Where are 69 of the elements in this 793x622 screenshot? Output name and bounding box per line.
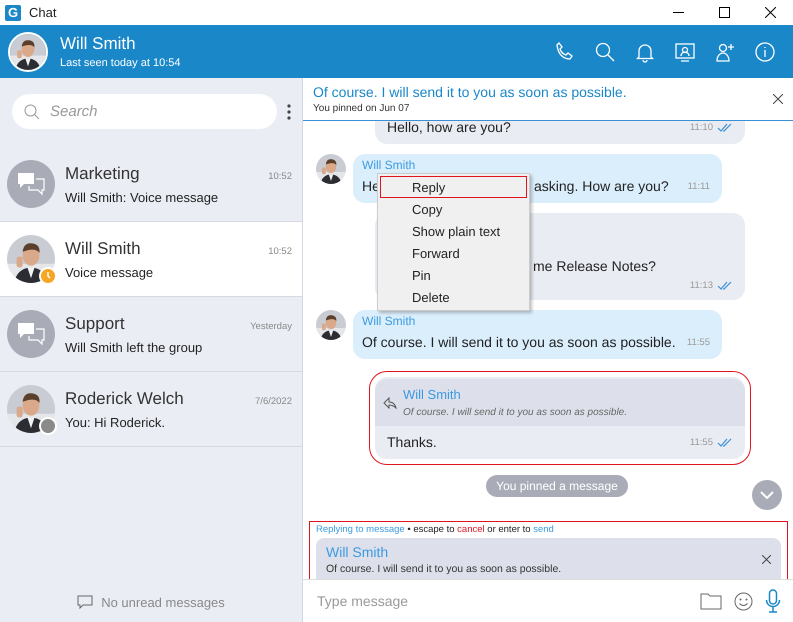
contact-name: Will Smith bbox=[60, 34, 137, 54]
reply-sender: Will Smith bbox=[326, 544, 390, 560]
message-time: 11:10 bbox=[690, 122, 713, 132]
read-receipt-icon bbox=[717, 122, 733, 132]
message-text: Thanks. bbox=[387, 434, 438, 450]
message-time: 11:55 bbox=[690, 436, 713, 448]
info-icon[interactable] bbox=[754, 40, 776, 62]
search-field[interactable]: Search bbox=[12, 94, 277, 129]
read-receipt-icon bbox=[717, 438, 733, 446]
quoted-sender: Will Smith bbox=[403, 387, 462, 402]
chevron-down-icon bbox=[760, 491, 774, 499]
message-time: 11:11 bbox=[688, 180, 710, 192]
message-text: asking. How are you? bbox=[534, 178, 670, 194]
chat-time: 7/6/2022 bbox=[255, 396, 292, 406]
reply-text: Of course. I will send it to you as soon as possible. bbox=[326, 563, 562, 575]
message-sender: Will Smith bbox=[362, 315, 416, 328]
search-icon bbox=[24, 104, 40, 120]
folder-icon[interactable] bbox=[700, 592, 722, 610]
message-time: 11:55 bbox=[686, 336, 710, 348]
empty-unread-text: No unread messages bbox=[101, 595, 225, 610]
read-receipt-icon bbox=[717, 281, 733, 290]
chat-preview: Will Smith: Voice message bbox=[65, 190, 220, 204]
last-seen-text: Last seen today at 10:54 bbox=[60, 57, 182, 69]
chat-name: Support bbox=[65, 314, 125, 334]
chat-list-item[interactable]: Roderick Welch 7/6/2022 You: Hi Roderick. bbox=[0, 372, 302, 447]
search-icon[interactable] bbox=[594, 40, 616, 62]
system-notice: You pinned a message bbox=[486, 475, 628, 497]
app-logo: G bbox=[5, 4, 21, 20]
chat-list-item[interactable]: Support Yesterday Will Smith left the group bbox=[0, 297, 302, 372]
pinned-note: You pinned on Jun 07 bbox=[313, 103, 410, 114]
emoji-icon[interactable] bbox=[734, 592, 753, 610]
more-options-icon[interactable] bbox=[286, 104, 292, 120]
pinned-message-text[interactable]: Of course. I will send it to you as soon as possible. bbox=[313, 84, 773, 100]
message-bubble[interactable]: Will Smith Of course. I will send it to you as soon as possible. Thanks. 11:55 bbox=[375, 377, 745, 459]
chat-preview: Voice message bbox=[65, 264, 154, 280]
chat-name: Will Smith bbox=[65, 238, 141, 258]
chat-time: 10:52 bbox=[268, 170, 292, 182]
reply-icon bbox=[383, 396, 397, 408]
chat-preview: Will Smith left the group bbox=[65, 340, 204, 354]
message-sender: Will Smith bbox=[362, 159, 416, 172]
chat-time: Yesterday bbox=[250, 320, 292, 332]
chat-list-item[interactable]: Will Smith 10:52 Voice message bbox=[0, 222, 302, 297]
message-bubble[interactable]: Hello, how are you? 11:10 bbox=[375, 121, 745, 144]
message-text: me Release Notes? bbox=[533, 258, 657, 274]
group-chat-icon bbox=[17, 322, 45, 346]
reply-hint: Replying to message • escape to cancel or enter to send bbox=[316, 524, 555, 535]
screen-share-icon[interactable] bbox=[674, 40, 696, 62]
quoted-text: Of course. I will send it to you as soon as possible. bbox=[403, 407, 627, 418]
menu-item[interactable]: Forward bbox=[380, 242, 527, 264]
chat-name: Marketing bbox=[65, 164, 140, 184]
close-icon[interactable] bbox=[773, 94, 783, 104]
message-time: 11:13 bbox=[690, 280, 713, 291]
chat-time: 10:52 bbox=[268, 246, 292, 256]
message-bubble[interactable]: Will Smith Of course. I will send it to you as soon as possible. 11:55 bbox=[353, 310, 722, 359]
close-icon[interactable] bbox=[762, 555, 771, 564]
menu-item[interactable]: Reply bbox=[380, 176, 527, 198]
menu-item[interactable]: Pin bbox=[380, 264, 527, 286]
message-text: Hello, how are you? bbox=[387, 121, 512, 135]
minimize-icon[interactable] bbox=[672, 12, 684, 13]
maximize-icon[interactable] bbox=[718, 7, 730, 18]
message-text: Of course. I will send it to you as soon as possible. bbox=[362, 334, 677, 350]
window-title: Chat bbox=[29, 5, 58, 20]
chat-bubble-icon bbox=[77, 595, 94, 610]
chat-preview: You: Hi Roderick. bbox=[65, 414, 166, 430]
close-icon[interactable] bbox=[764, 7, 776, 18]
microphone-icon[interactable] bbox=[765, 589, 781, 613]
group-chat-icon bbox=[17, 172, 45, 196]
menu-item[interactable]: Show plain text bbox=[380, 220, 527, 242]
chat-name: Roderick Welch bbox=[65, 388, 184, 408]
